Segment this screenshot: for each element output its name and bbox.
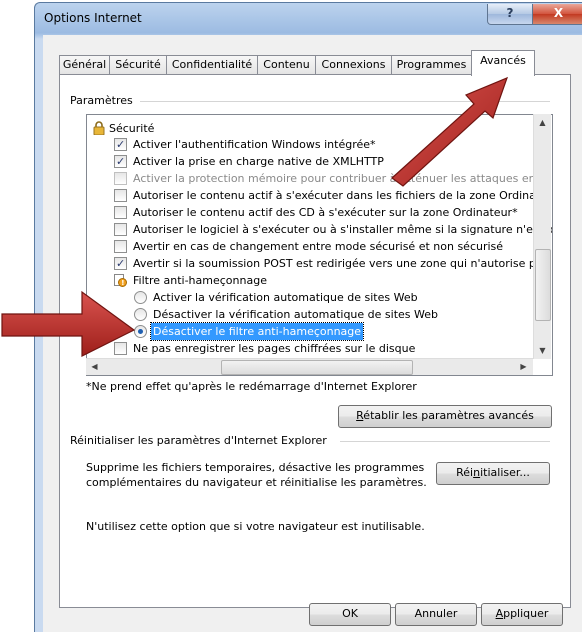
checkbox[interactable] (114, 240, 127, 253)
tab-advanced[interactable]: Avancés (471, 50, 535, 76)
scroll-thumb[interactable] (535, 249, 551, 321)
scroll-thumb[interactable] (221, 360, 413, 375)
scroll-down-icon[interactable]: ▼ (535, 343, 550, 358)
scroll-up-icon[interactable]: ▲ (535, 115, 550, 130)
reset-button[interactable]: Réinitialiser... (436, 462, 550, 485)
lock-icon (93, 121, 105, 136)
reset-description: Supprime les fichiers temporaires, désac… (86, 461, 427, 489)
close-button[interactable]: X (532, 4, 582, 25)
tab-content[interactable]: Contenu (257, 55, 316, 75)
checkbox[interactable] (114, 136, 127, 153)
settings-group-label: Paramètres (67, 94, 136, 107)
cancel-button[interactable]: Annuler (395, 603, 477, 626)
reset-group-label: Réinitialiser les paramètres d'Internet … (67, 434, 330, 447)
restart-note: *Ne prend effet qu'après le redémarrage … (86, 380, 417, 393)
checkbox[interactable] (114, 255, 127, 272)
checkbox[interactable] (114, 153, 127, 170)
scroll-right-icon[interactable]: ▶ (516, 359, 531, 374)
horizontal-scrollbar[interactable]: ◀ ▶ (86, 358, 533, 375)
restore-advanced-button[interactable]: Rétablir les paramètres avancés (338, 405, 552, 428)
tab-privacy[interactable]: Confidentialité (166, 55, 258, 75)
vertical-scrollbar[interactable]: ▲ ▼ (533, 114, 551, 359)
apply-button[interactable]: Appliquer (481, 603, 563, 626)
tab-general[interactable]: Général (59, 55, 110, 75)
window-title: Options Internet (44, 11, 142, 25)
checkbox[interactable] (114, 223, 127, 236)
annotation-arrow-icon (1, 290, 136, 357)
checkbox[interactable] (114, 206, 127, 219)
reset-warning: N'utilisez cette option que si votre nav… (86, 520, 425, 533)
checkbox[interactable] (114, 189, 127, 202)
ok-button[interactable]: OK (309, 603, 391, 626)
annotation-arrow-icon (391, 76, 509, 187)
tab-connections[interactable]: Connexions (315, 55, 392, 75)
help-button[interactable]: ? (487, 4, 533, 25)
reset-separator (340, 441, 550, 442)
tab-security[interactable]: Sécurité (109, 55, 167, 75)
checkbox (114, 172, 127, 185)
scroll-left-icon[interactable]: ◀ (87, 359, 102, 374)
title-bar[interactable]: Options Internet ? X (35, 3, 582, 35)
